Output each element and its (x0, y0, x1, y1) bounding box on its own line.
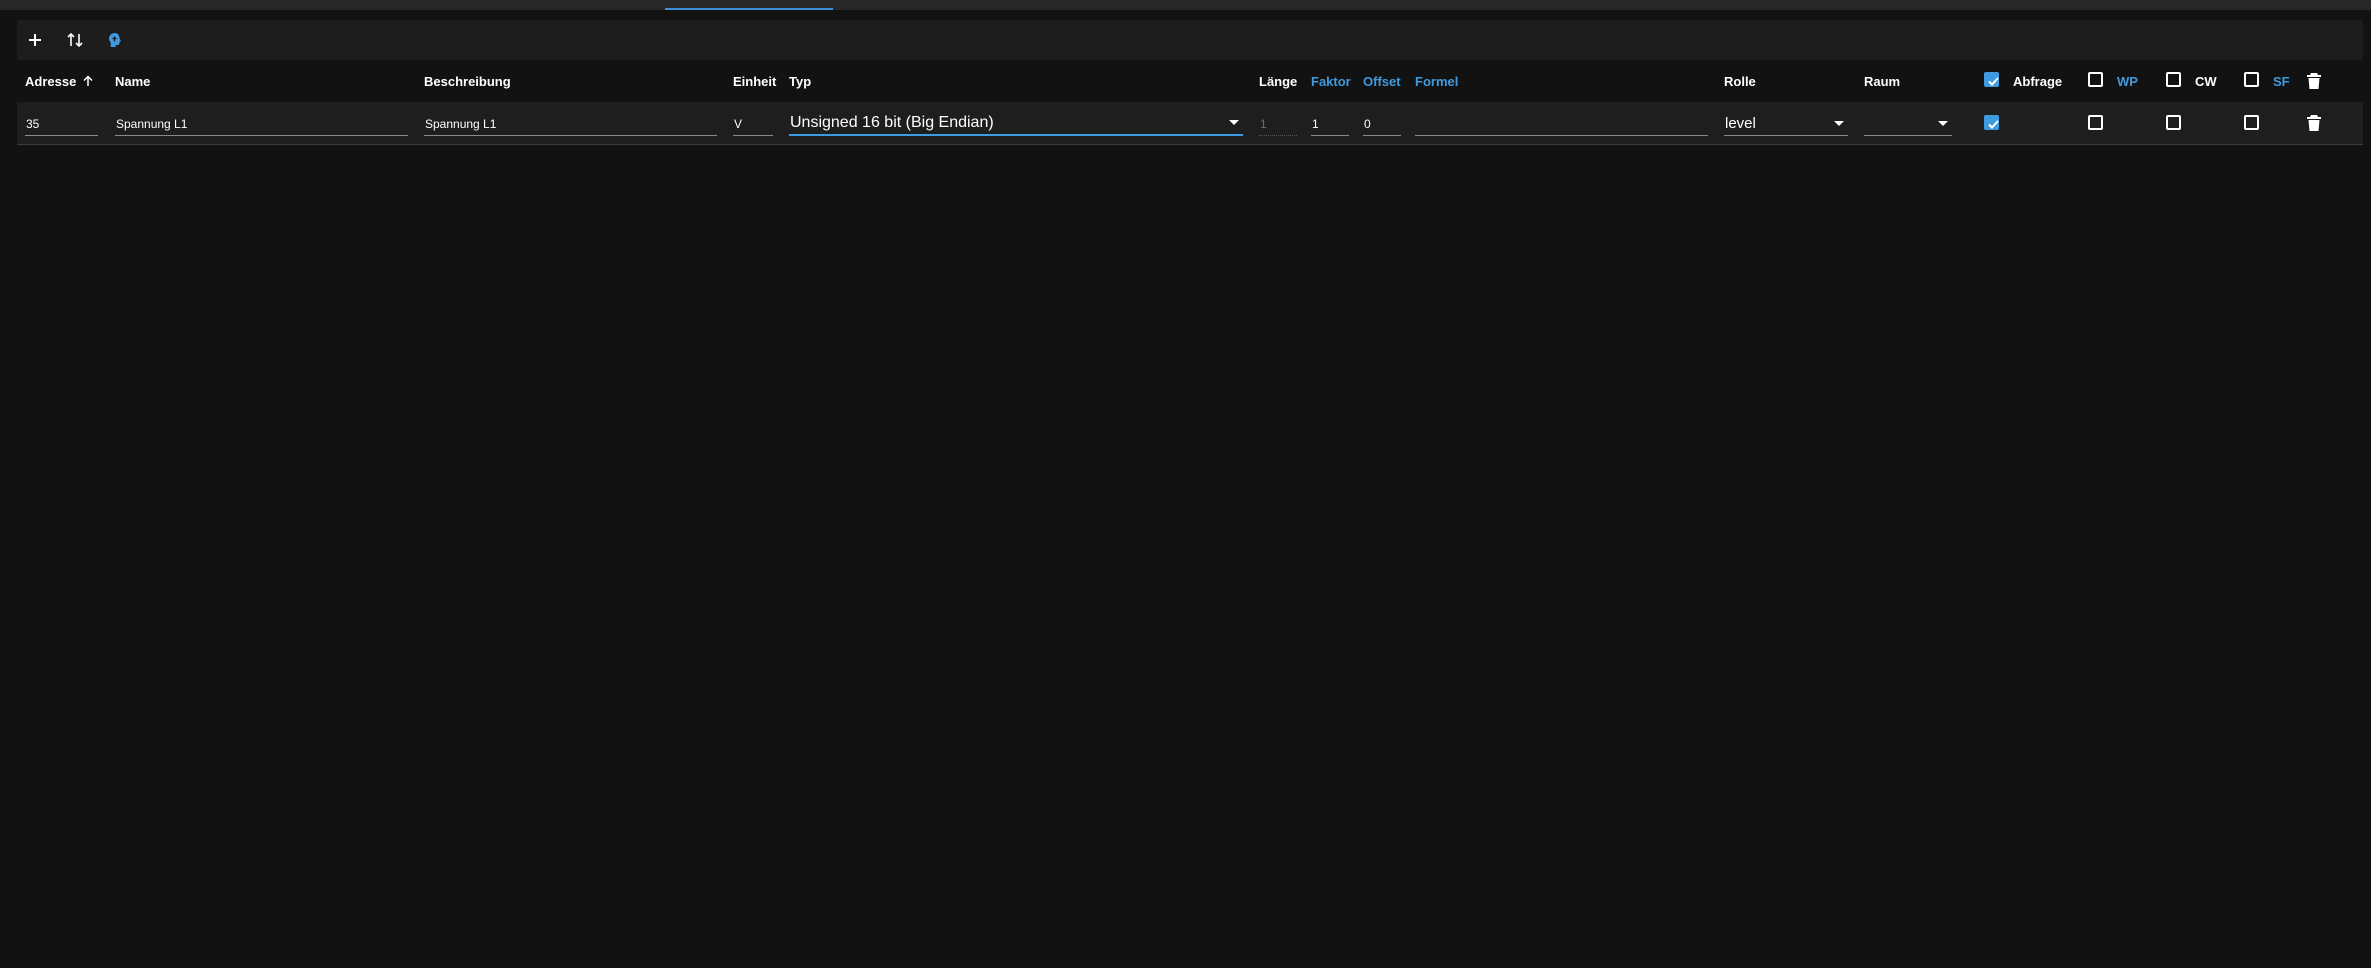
header-wp-checkbox[interactable] (2088, 72, 2103, 87)
header-sf-checkbox[interactable] (2244, 72, 2259, 87)
chevron-down-icon (1938, 120, 1948, 126)
header-wp: WP (2117, 73, 2138, 89)
table-header-row: Adresse Name Beschreibung Einheit Typ Lä… (17, 60, 2363, 103)
adresse-cell: 35 (25, 102, 98, 144)
delete-row-trash-icon[interactable] (2306, 114, 2322, 132)
delete-all-trash-icon[interactable] (2306, 72, 2322, 90)
typ-select-value: Unsigned 16 bit (Big Endian) (790, 114, 994, 131)
header-cw-checkbox[interactable] (2166, 72, 2181, 87)
checkmark-icon (1988, 120, 1999, 129)
plus-icon (29, 34, 41, 46)
header-name[interactable]: Name (115, 60, 150, 102)
checkmark-icon (1988, 77, 1999, 86)
raum-select[interactable] (1864, 112, 1952, 136)
header-typ[interactable]: Typ (789, 60, 811, 102)
cw-checkbox[interactable] (2166, 115, 2181, 130)
header-beschreibung[interactable]: Beschreibung (424, 60, 511, 102)
header-faktor[interactable]: Faktor (1311, 60, 1351, 102)
rolle-select[interactable]: level (1724, 112, 1848, 136)
formel-input[interactable] (1415, 112, 1708, 136)
offset-input[interactable]: 0 (1363, 112, 1401, 136)
beschreibung-cell: Spannung L1 (424, 102, 717, 144)
header-raum[interactable]: Raum (1864, 60, 1900, 102)
sort-button[interactable] (61, 26, 89, 54)
header-laenge[interactable]: Länge (1259, 60, 1297, 102)
header-adresse[interactable]: Adresse (25, 60, 94, 102)
faktor-cell: 1 (1311, 102, 1349, 144)
typ-select[interactable]: Unsigned 16 bit (Big Endian) (789, 112, 1243, 136)
adresse-input[interactable]: 35 (25, 112, 98, 136)
toolbar (17, 20, 2363, 60)
faktor-input[interactable]: 1 (1311, 112, 1349, 136)
header-abfrage-checkbox[interactable] (1984, 72, 1999, 87)
header-formel[interactable]: Formel (1415, 60, 1458, 102)
einheit-input[interactable]: V (733, 112, 773, 136)
laenge-input: 1 (1259, 112, 1297, 136)
einheit-cell: V (733, 102, 773, 144)
wp-checkbox[interactable] (2088, 115, 2103, 130)
header-cw: CW (2195, 73, 2217, 89)
name-input[interactable]: Spannung L1 (115, 112, 408, 136)
header-offset[interactable]: Offset (1363, 60, 1401, 102)
sort-ascending-icon (82, 75, 94, 87)
import-button[interactable] (101, 26, 129, 54)
typ-cell: Unsigned 16 bit (Big Endian) (789, 102, 1243, 144)
active-tab-indicator (665, 8, 833, 10)
add-row-button[interactable] (21, 26, 49, 54)
tab-bar (0, 0, 2371, 10)
header-rolle[interactable]: Rolle (1724, 60, 1756, 102)
beschreibung-input[interactable]: Spannung L1 (424, 112, 717, 136)
chevron-down-icon (1834, 120, 1844, 126)
laenge-cell: 1 (1259, 102, 1297, 144)
sort-arrows-icon (67, 32, 83, 48)
raum-cell (1864, 102, 1952, 144)
sf-checkbox[interactable] (2244, 115, 2259, 130)
table-row: 35 Spannung L1 Spannung L1 V Unsigned 16… (17, 102, 2363, 145)
formel-cell (1415, 102, 1708, 144)
offset-cell: 0 (1363, 102, 1401, 144)
rolle-cell: level (1724, 102, 1848, 144)
rolle-select-value: level (1725, 115, 1756, 132)
header-abfrage: Abfrage (2013, 73, 2063, 89)
name-cell: Spannung L1 (115, 102, 408, 144)
abfrage-checkbox[interactable] (1984, 115, 1999, 130)
chevron-down-icon (1229, 120, 1239, 125)
brain-icon (109, 33, 121, 47)
header-sf: SF (2273, 73, 2290, 89)
header-einheit[interactable]: Einheit (733, 60, 776, 102)
